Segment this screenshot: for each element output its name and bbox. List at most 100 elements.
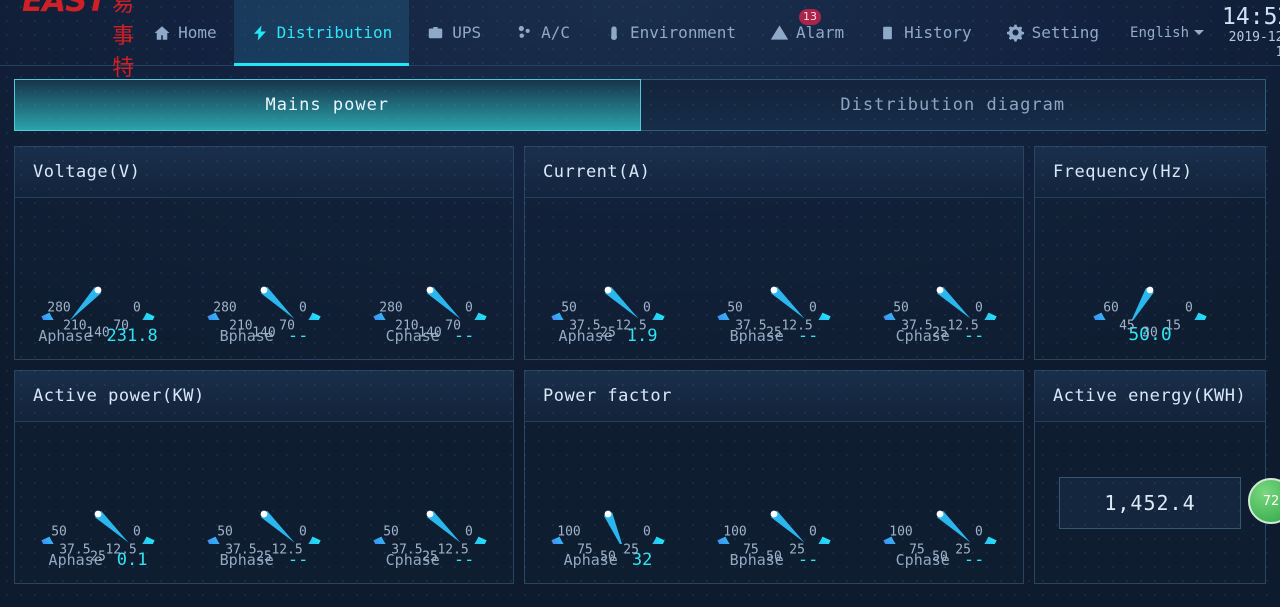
gauge: 0 25 50 75 100	[533, 436, 683, 564]
gauge-tick-label: 30	[1142, 325, 1158, 341]
gauge-tick-label: 0	[809, 300, 817, 316]
gauge-hub	[770, 510, 778, 517]
gauge-tick-label: 12.5	[781, 318, 813, 334]
gauge-tick-label: 70	[113, 318, 129, 334]
panel-current: Current(A) 0 12.5 25 37.5 50 Aphase 1.9 0 12.5 25…	[524, 146, 1024, 360]
gauge-tick-label: 12.5	[615, 318, 647, 334]
nav-item-label: UPS	[452, 23, 482, 42]
gauge-row: 0 12.5 25 37.5 50 Aphase 0.1 0 12.5 25 37.5 50 Bphas…	[15, 422, 513, 583]
gauge-cell: 0 70 140 210 280 Aphase 231.8	[15, 212, 181, 346]
clock-date: 2019-12-11	[1228, 29, 1280, 60]
nav-item-label: Setting	[1031, 23, 1100, 42]
gauge-tick-label: 0	[975, 524, 983, 540]
gauge-tick-label: 140	[418, 325, 442, 340]
registered-mark: ®	[107, 0, 112, 2]
gauge-tick-label: 37.5	[735, 318, 767, 334]
gauge-tick-label: 50	[561, 300, 577, 316]
panel-title: Current(A)	[525, 147, 1023, 198]
gauge-hub	[426, 510, 434, 517]
gauge-hub	[604, 286, 612, 293]
gauge-tick-label: 140	[252, 325, 276, 340]
gauge-tick-label: 60	[1103, 300, 1119, 316]
nav-item-ac[interactable]: A/C	[498, 0, 587, 66]
clock: 14:52 2019-12-11	[1210, 4, 1280, 60]
gauge-tick-label: 70	[445, 318, 461, 334]
language-selector[interactable]: English	[1116, 25, 1210, 41]
gauge: 0 70 140 210 280	[23, 212, 173, 340]
gauge: 0 25 50 75 100	[865, 436, 1015, 564]
panel-title: Power factor	[525, 371, 1023, 422]
nav-item-history[interactable]: History	[861, 0, 988, 66]
bolt-icon	[251, 23, 270, 42]
gauge-cell: 0 25 50 75 100 Bphase --	[691, 436, 857, 570]
tab-distribution-diagram[interactable]: Distribution diagram	[640, 79, 1266, 131]
gauge-cell: 0 70 140 210 280 Cphase --	[347, 212, 513, 346]
gauge-tick-label: 0	[299, 524, 307, 540]
gauge-tick-label: 0	[465, 524, 473, 540]
gauge-tick-label: 12.5	[271, 542, 303, 558]
metrics-grid: Voltage(V) 0 70 140 210 280 Aphase 231.8 0 70 140…	[14, 146, 1266, 584]
gauge-tick-label: 50	[766, 549, 782, 564]
nav-item-setting[interactable]: Setting	[989, 0, 1116, 66]
gauge-cell: 0 15 30 45 60 50.0	[1067, 212, 1233, 345]
gauge-tick-label: 75	[743, 542, 759, 558]
app-root: EAST ® 易事特 Home Distribution	[0, 0, 1280, 607]
panel-title: Active energy(KWH)	[1035, 371, 1265, 422]
gauge-cell: 0 12.5 25 37.5 50 Aphase 0.1	[15, 436, 181, 570]
gauge-tick-label: 25	[766, 325, 782, 340]
top-navbar: EAST ® 易事特 Home Distribution	[0, 0, 1280, 81]
gauge: 0 12.5 25 37.5 50	[23, 436, 173, 564]
gauge-tick-label: 0	[1185, 300, 1193, 316]
gauge-tick-label: 15	[1165, 318, 1181, 334]
gauge-tick-label: 0	[643, 524, 651, 540]
gauge-tick-label: 0	[465, 300, 473, 316]
panel-active-energy: Active energy(KWH) 1,452.4	[1034, 370, 1266, 584]
gauge-cell: 0 25 50 75 100 Cphase --	[857, 436, 1023, 570]
nav-item-label: History	[904, 23, 972, 42]
gauge-tick-label: 100	[557, 524, 581, 540]
gauge-tick-label: 70	[279, 318, 295, 334]
gauge: 0 12.5 25 37.5 50	[699, 212, 849, 340]
gauge: 0 12.5 25 37.5 50	[533, 212, 683, 340]
gauge-hub	[1146, 286, 1154, 294]
tab-mains-power[interactable]: Mains power	[14, 79, 641, 131]
brand-name-cn: 易事特	[112, 0, 136, 81]
gauge-tick-label: 25	[623, 542, 639, 558]
gauge-tick-label: 37.5	[59, 542, 91, 558]
gauge-cell: 0 12.5 25 37.5 50 Aphase 1.9	[525, 212, 691, 346]
nav-item-ups[interactable]: UPS	[409, 0, 498, 66]
gauge-hub	[936, 510, 944, 517]
fan-icon	[515, 23, 534, 42]
gauge-cell: 0 12.5 25 37.5 50 Cphase --	[857, 212, 1023, 346]
nav-item-distribution[interactable]: Distribution	[233, 0, 410, 66]
gear-icon	[1006, 23, 1025, 42]
gauge-tick-label: 25	[932, 325, 948, 340]
gauge-tick-label: 37.5	[391, 542, 423, 558]
nav-item-environment[interactable]: Environment	[587, 0, 753, 66]
gauge-tick-label: 280	[379, 300, 403, 316]
panel-title: Frequency(Hz)	[1035, 147, 1265, 198]
gauge-tick-label: 12.5	[947, 318, 979, 334]
gauge-tick-label: 25	[256, 549, 272, 564]
brand-logo: EAST ® 易事特	[0, 0, 135, 82]
nav-item-label: A/C	[541, 23, 571, 42]
nav-item-home[interactable]: Home	[135, 0, 234, 66]
gauge-tick-label: 50	[600, 549, 616, 564]
gauge-tick-label: 50	[51, 524, 67, 540]
gauge-hub	[94, 510, 102, 517]
gauge-tick-label: 210	[229, 318, 253, 334]
gauge-tick-label: 280	[213, 300, 237, 316]
gauge-cell: 0 70 140 210 280 Bphase --	[181, 212, 347, 346]
gauge-tick-label: 280	[47, 300, 71, 316]
panel-title: Voltage(V)	[15, 147, 513, 198]
gauge-cell: 0 12.5 25 37.5 50 Bphase --	[181, 436, 347, 570]
nav-item-alarm[interactable]: Alarm 13	[753, 0, 861, 66]
gauge-tick-label: 37.5	[225, 542, 257, 558]
gauge-row: 0 12.5 25 37.5 50 Aphase 1.9 0 12.5 25 37.5 50 Bphas…	[525, 198, 1023, 359]
active-energy-value: 1,452.4	[1059, 476, 1241, 529]
gauge-tick-label: 45	[1119, 318, 1135, 334]
gauge-tick-label: 25	[789, 542, 805, 558]
gauge-tick-label: 12.5	[105, 542, 137, 558]
gauge-tick-label: 25	[90, 549, 106, 564]
gauge-row: 0 25 50 75 100 Aphase 32 0 25 50 75 100 Bphase -- 0 25 5…	[525, 422, 1023, 583]
